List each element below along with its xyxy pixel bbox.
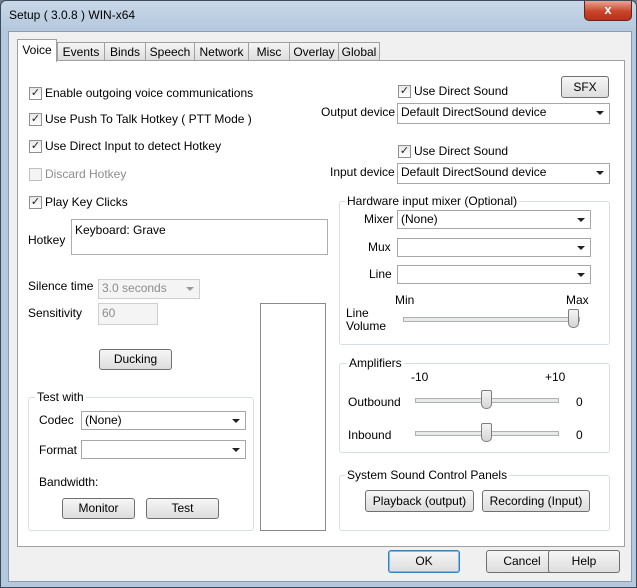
- sensitivity-field[interactable]: 60: [98, 303, 158, 325]
- chevron-down-icon: [186, 287, 194, 291]
- hotkey-label: Hotkey: [28, 233, 66, 247]
- sensitivity-label: Sensitivity: [28, 306, 83, 320]
- help-button[interactable]: Help: [548, 550, 620, 573]
- sfx-button[interactable]: SFX: [561, 76, 609, 98]
- outbound-label: Outbound: [348, 395, 401, 409]
- bandwidth-label: Bandwidth:: [39, 475, 99, 489]
- line-volume-label-1: Line: [346, 306, 369, 320]
- dialog-client: Voice Events Binds Speech Network Misc O…: [8, 31, 632, 582]
- push-to-talk-checkbox[interactable]: ✓: [29, 113, 42, 126]
- silence-time-value: 3.0 seconds: [102, 281, 167, 295]
- outbound-slider[interactable]: [481, 390, 492, 409]
- test-with-label: Test with: [35, 390, 86, 404]
- tab-misc[interactable]: Misc: [248, 42, 290, 61]
- format-select[interactable]: [81, 440, 246, 459]
- mux-select[interactable]: [397, 238, 591, 257]
- output-device-label: Output device: [321, 105, 396, 119]
- chevron-down-icon: [577, 246, 585, 250]
- close-button[interactable]: x: [584, 1, 632, 21]
- amplifier-min-label: -10: [411, 370, 429, 384]
- hardware-mixer-label: Hardware input mixer (Optional): [345, 194, 520, 208]
- chevron-down-icon: [596, 171, 604, 175]
- monitor-button[interactable]: Monitor: [62, 498, 135, 519]
- setup-window: Setup ( 3.0.8 ) WIN-x64 x Voice Events B…: [0, 0, 637, 588]
- codec-value: (None): [85, 413, 122, 427]
- enable-outgoing-checkbox[interactable]: ✓: [29, 87, 42, 100]
- silence-time-label: Silence time: [28, 279, 94, 293]
- play-key-clicks-checkbox[interactable]: ✓: [29, 196, 42, 209]
- window-title: Setup ( 3.0.8 ) WIN-x64: [9, 8, 136, 22]
- line-volume-label-2: Volume: [346, 319, 387, 333]
- play-key-clicks-label: Play Key Clicks: [45, 195, 128, 209]
- amplifier-max-label: +10: [545, 370, 566, 384]
- discard-hotkey-checkbox[interactable]: [29, 168, 42, 181]
- enable-outgoing-label: Enable outgoing voice communications: [45, 86, 254, 100]
- test-button[interactable]: Test: [146, 498, 219, 519]
- inbound-slider[interactable]: [481, 423, 492, 442]
- line-volume-min-label: Min: [395, 293, 415, 307]
- amplifiers-label: Amplifiers: [347, 356, 404, 370]
- mixer-label: Mixer: [364, 212, 394, 226]
- mux-label: Mux: [368, 240, 391, 254]
- tab-voice[interactable]: Voice: [17, 39, 57, 62]
- ok-button[interactable]: OK: [388, 550, 460, 573]
- output-direct-sound-checkbox[interactable]: ✓: [398, 85, 411, 98]
- output-device-value: Default DirectSound device: [401, 105, 547, 119]
- line-volume-slider[interactable]: [568, 309, 579, 328]
- format-label: Format: [39, 443, 78, 457]
- tab-binds[interactable]: Binds: [104, 42, 146, 61]
- input-device-value: Default DirectSound device: [401, 165, 547, 179]
- ducking-button[interactable]: Ducking: [99, 349, 172, 370]
- input-direct-sound-checkbox[interactable]: ✓: [398, 145, 411, 158]
- system-sound-label: System Sound Control Panels: [345, 468, 510, 482]
- chevron-down-icon: [577, 273, 585, 277]
- direct-input-checkbox[interactable]: ✓: [29, 140, 42, 153]
- mixer-select[interactable]: (None): [397, 210, 591, 229]
- output-device-select[interactable]: Default DirectSound device: [397, 103, 610, 124]
- line-label: Line: [369, 267, 392, 281]
- output-direct-sound-label: Use Direct Sound: [414, 84, 509, 98]
- hotkey-field[interactable]: Keyboard: Grave: [71, 219, 328, 255]
- voice-panel: ✓ Enable outgoing voice communications ✓…: [17, 60, 625, 547]
- input-direct-sound-label: Use Direct Sound: [414, 144, 509, 158]
- inbound-value: 0: [576, 428, 583, 442]
- tab-overlay[interactable]: Overlay: [289, 42, 339, 61]
- direct-input-label: Use Direct Input to detect Hotkey: [45, 139, 222, 153]
- codec-label: Codec: [39, 413, 74, 427]
- line-select[interactable]: [397, 265, 591, 284]
- line-volume-max-label: Max: [566, 293, 589, 307]
- chevron-down-icon: [232, 448, 240, 452]
- voice-level-meter: [260, 303, 326, 531]
- input-device-select[interactable]: Default DirectSound device: [397, 163, 610, 184]
- mixer-value: (None): [401, 212, 438, 226]
- tab-network[interactable]: Network: [194, 42, 249, 61]
- chevron-down-icon: [232, 419, 240, 423]
- outbound-value: 0: [576, 395, 583, 409]
- inbound-label: Inbound: [348, 428, 392, 442]
- recording-input-button[interactable]: Recording (Input): [482, 490, 590, 512]
- tab-events[interactable]: Events: [57, 42, 105, 61]
- playback-output-button[interactable]: Playback (output): [365, 490, 474, 512]
- line-volume-track: [403, 317, 580, 322]
- input-device-label: Input device: [330, 165, 395, 179]
- chevron-down-icon: [596, 111, 604, 115]
- tab-global[interactable]: Global: [338, 42, 380, 61]
- hotkey-value: Keyboard: Grave: [75, 223, 166, 237]
- chevron-down-icon: [577, 218, 585, 222]
- codec-select[interactable]: (None): [81, 411, 246, 430]
- push-to-talk-label: Use Push To Talk Hotkey ( PTT Mode ): [45, 112, 252, 126]
- tab-speech[interactable]: Speech: [145, 42, 195, 61]
- silence-time-select[interactable]: 3.0 seconds: [98, 279, 200, 299]
- discard-hotkey-label: Discard Hotkey: [45, 167, 127, 181]
